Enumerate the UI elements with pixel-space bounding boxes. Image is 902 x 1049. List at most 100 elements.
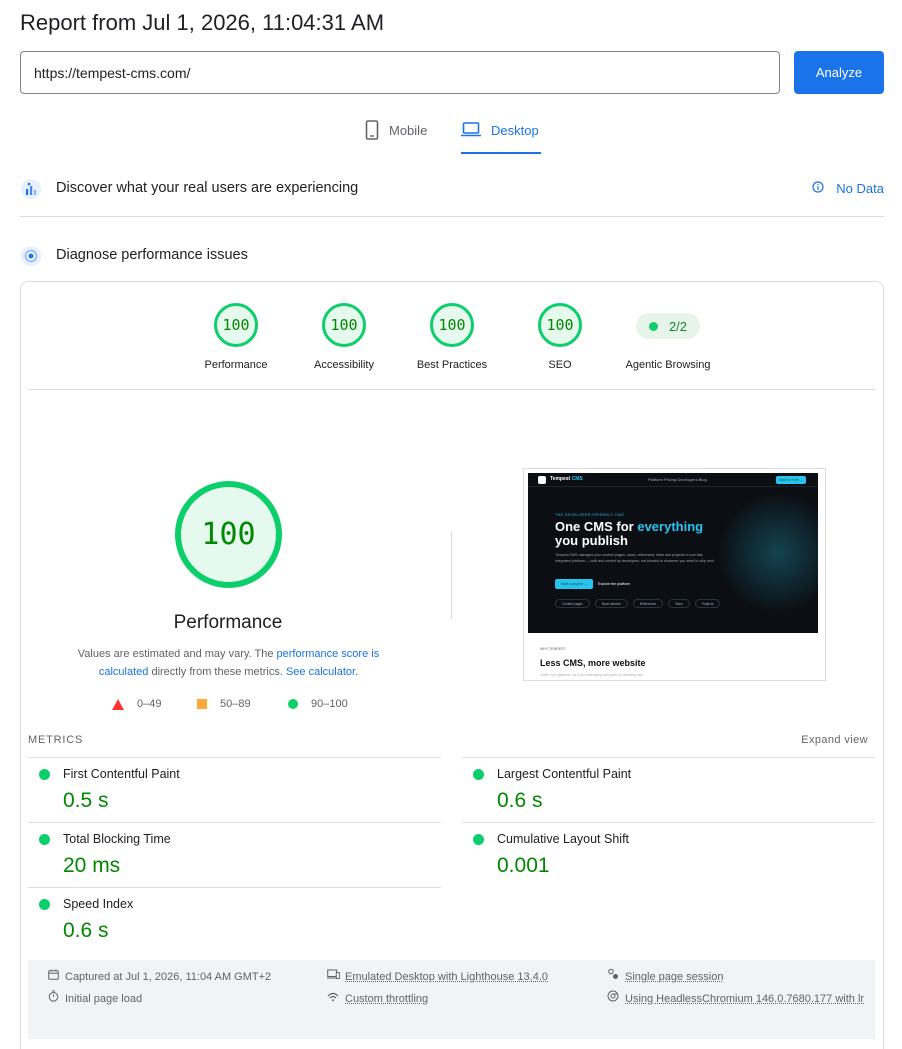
users-chart-icon	[20, 178, 41, 199]
metric-name: Speed Index	[63, 897, 134, 911]
metric-total-blocking-time: Total Blocking Time 20 ms	[28, 822, 441, 888]
screenshot-section-text: Other Your platform, for is for everythi…	[540, 673, 643, 677]
metric-name: Cumulative Layout Shift	[497, 832, 630, 846]
explain-suffix: .	[355, 666, 359, 678]
custom-throttling[interactable]: Custom throttling	[326, 988, 428, 1010]
screenshot-chip: References	[632, 599, 663, 608]
metric-value: 0.6 s	[63, 919, 109, 942]
score-gauge-seo[interactable]: 100	[538, 303, 582, 347]
metric-first-contentful-paint: First Contentful Paint 0.5 s	[28, 757, 441, 823]
tab-desktop[interactable]: Desktop	[461, 120, 541, 154]
url-input[interactable]	[20, 51, 780, 94]
runtime-settings: Captured at Jul 1, 2026, 11:04 AM GMT+2 …	[28, 960, 875, 1039]
initial-page-load: Initial page load	[46, 988, 142, 1010]
metric-name: Largest Contentful Paint	[497, 767, 632, 781]
timer-icon	[46, 988, 60, 1010]
agentic-browsing-badge[interactable]: 2/2	[636, 313, 700, 339]
pass-dot	[39, 899, 50, 910]
legend-fail: 0–49	[112, 698, 161, 710]
lighthouse-icon	[20, 245, 41, 266]
metric-value: 0.001	[497, 854, 550, 877]
pass-dot	[39, 769, 50, 780]
chrome-icon	[606, 988, 620, 1010]
metric-largest-contentful-paint: Largest Contentful Paint 0.6 s	[462, 757, 875, 823]
score-label-seo: SEO	[548, 359, 572, 371]
section-divider	[20, 216, 884, 217]
page-title: Report from Jul 1, 2026, 11:04:31 AM	[20, 10, 385, 35]
performance-main-gauge: 100	[175, 481, 282, 588]
captured-at-text: Captured at Jul 1, 2026, 11:04 AM GMT+2	[65, 971, 272, 983]
diagnose-section-title: Diagnose performance issues	[56, 247, 248, 263]
browser-version[interactable]: Using HeadlessChromium 146.0.7680.177 wi…	[606, 988, 866, 1010]
screenshot-headline: One CMS for everything you publish	[555, 520, 755, 548]
metric-name: First Contentful Paint	[63, 767, 180, 781]
score-gauge-performance[interactable]: 100	[214, 303, 258, 347]
score-gauge-accessibility[interactable]: 100	[322, 303, 366, 347]
score-gauge-best-practices[interactable]: 100	[430, 303, 474, 347]
analyze-button[interactable]: Analyze	[794, 51, 884, 94]
screenshot-section-kicker: WHY TEMPEST	[540, 647, 566, 651]
performance-main-label: Performance	[173, 612, 283, 633]
browser-version-text: Using HeadlessChromium 146.0.7680.177 wi…	[625, 993, 865, 1005]
screenshot-chip: Team	[668, 599, 690, 608]
emulated-device[interactable]: Emulated Desktop with Lighthouse 13.4.0	[326, 966, 548, 988]
diagnose-section-header: Diagnose performance issues	[20, 245, 884, 266]
screenshot-secondary-button: Explore the platform	[598, 582, 631, 586]
fail-triangle-icon	[112, 698, 124, 710]
pass-dot	[39, 834, 50, 845]
explain-text-mid: directly from these metrics.	[148, 666, 286, 678]
pass-circle-icon	[288, 699, 298, 709]
screenshot-chips: Content pages News articles References T…	[555, 599, 725, 608]
metric-value: 0.5 s	[63, 789, 109, 812]
captured-at: Captured at Jul 1, 2026, 11:04 AM GMT+2	[46, 966, 271, 988]
see-calculator-link[interactable]: See calculator	[286, 666, 355, 678]
screenshot-navbar: Tempest CMS Platform Pricing Developers …	[528, 473, 818, 487]
legend-pass-range: 90–100	[311, 698, 348, 710]
headline-part-b: you publish	[555, 533, 628, 548]
crux-section-title: Discover what your real users are experi…	[56, 180, 359, 196]
final-screenshot[interactable]: Tempest CMS Platform Pricing Developers …	[523, 468, 826, 681]
laptop-icon	[461, 120, 481, 141]
smartphone-icon	[365, 120, 379, 143]
devices-icon	[326, 966, 340, 988]
screenshot-chip: News articles	[594, 599, 628, 608]
single-page-session[interactable]: Single page session	[606, 966, 723, 988]
legend-average-range: 50–89	[220, 698, 251, 710]
legend-fail-range: 0–49	[137, 698, 162, 710]
metrics-heading: METRICS	[28, 734, 84, 746]
screenshot-body: Tempest CMS manages your content pages, …	[555, 553, 715, 563]
headline-accent: everything	[637, 519, 704, 534]
metric-cumulative-layout-shift: Cumulative Layout Shift 0.001	[462, 822, 875, 888]
tab-mobile-label: Mobile	[389, 123, 428, 138]
screenshot-cta: Start for free →	[776, 476, 806, 484]
vertical-divider	[451, 531, 452, 619]
metric-value: 0.6 s	[497, 789, 543, 812]
screenshot-chip: Content pages	[555, 599, 590, 608]
info-icon	[812, 181, 824, 196]
screenshot-chip: Projects	[694, 599, 721, 608]
pass-dot	[473, 769, 484, 780]
tab-mobile[interactable]: Mobile	[365, 120, 427, 154]
screenshot-section-title: Less CMS, more website	[540, 658, 646, 668]
screenshot-hero: Tempest CMS Platform Pricing Developers …	[528, 473, 818, 633]
explain-text: Values are estimated and may vary. The	[77, 648, 277, 660]
tab-desktop-label: Desktop	[491, 123, 539, 138]
screenshot-logo: Tempest CMS	[550, 476, 583, 482]
custom-throttling-text: Custom throttling	[345, 993, 429, 1005]
metric-value: 20 ms	[63, 854, 121, 877]
headline-part-a: One CMS for	[555, 519, 638, 534]
no-data-link[interactable]: No Data	[812, 181, 884, 196]
emulated-device-text: Emulated Desktop with Lighthouse 13.4.0	[345, 971, 549, 983]
pass-dot	[648, 321, 658, 331]
logo-accent: CMS	[571, 476, 583, 482]
score-explanation: Values are estimated and may vary. The p…	[60, 645, 397, 681]
gauges-divider	[28, 389, 875, 390]
session-icon	[606, 966, 620, 988]
legend-pass: 90–100	[288, 698, 348, 710]
screenshot-kicker: THE DEVELOPER-FRIENDLY CMS	[555, 513, 625, 517]
calendar-icon	[46, 966, 60, 988]
initial-page-load-text: Initial page load	[65, 993, 143, 1005]
expand-view-toggle[interactable]: Expand view	[801, 734, 868, 746]
no-data-label: No Data	[836, 181, 884, 196]
metric-speed-index: Speed Index 0.6 s	[28, 887, 441, 953]
